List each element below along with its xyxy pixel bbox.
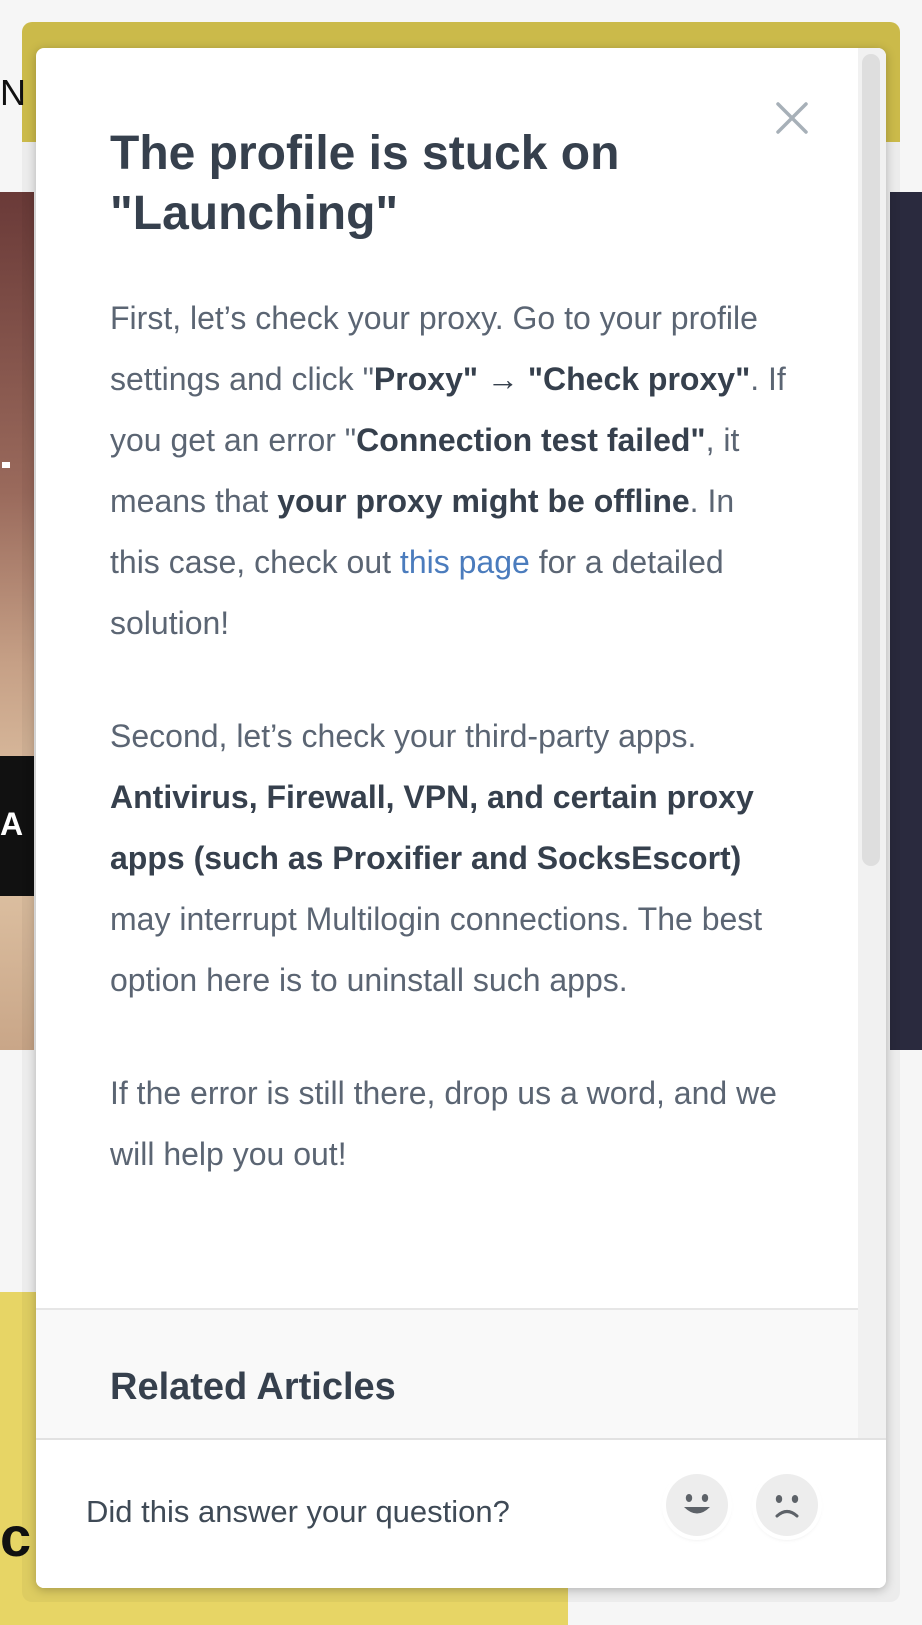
bold-text: Proxy" → "Check proxy" [373, 361, 751, 397]
this-page-link[interactable]: this page [400, 544, 530, 580]
article-modal: The profile is stuck on "Launching" Firs… [36, 48, 886, 1588]
close-button[interactable] [768, 94, 816, 142]
modal-scrollbar[interactable] [858, 48, 886, 1438]
article-paragraph-proxy: First, let’s check your proxy. Go to you… [110, 300, 786, 641]
bold-text: Antivirus, Firewall, VPN, and certain pr… [110, 779, 754, 876]
smiley-icon [684, 1494, 710, 1514]
close-icon [776, 102, 808, 134]
disappointed-reaction-button[interactable] [756, 1474, 818, 1536]
disappointed-icon [775, 1495, 799, 1518]
article-body: First, let’s check your proxy. Go to you… [110, 288, 790, 1237]
page-hero-caption-text: A [0, 806, 24, 842]
article-paragraph-apps: Second, let’s check your third-party app… [110, 718, 763, 998]
modal-scrollbar-thumb[interactable] [862, 54, 880, 866]
article-title: The profile is stuck on "Launching" [110, 127, 620, 240]
related-articles-title: Related Articles [110, 1366, 396, 1408]
related-articles-section: Related Articles [36, 1308, 858, 1440]
bold-text: your proxy might be offline [277, 483, 690, 519]
feedback-question: Did this answer your question? [86, 1494, 510, 1529]
page-hero-mark [2, 462, 10, 468]
bold-text: Connection test failed" [356, 422, 706, 458]
article-paragraph-contact: If the error is still there, drop us a w… [110, 1075, 777, 1172]
feedback-bar: Did this answer your question? [36, 1438, 886, 1588]
smiley-reaction-button[interactable] [666, 1474, 728, 1536]
